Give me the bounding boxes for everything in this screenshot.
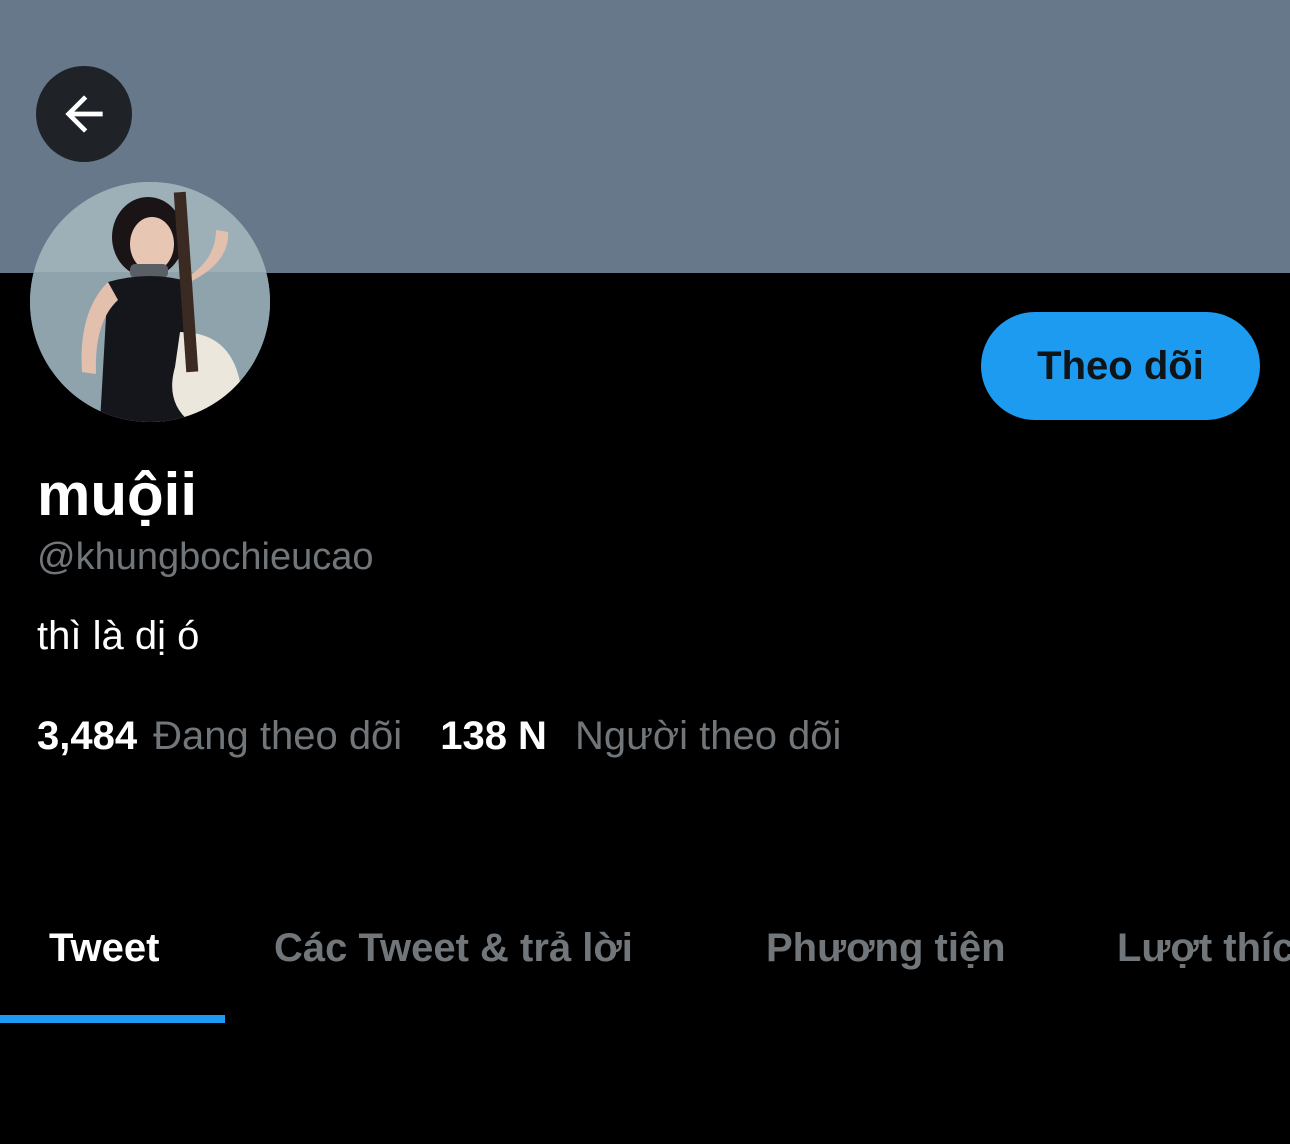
arrow-left-icon [65,95,103,133]
active-tab-indicator [0,1015,225,1023]
following-label[interactable]: Đang theo dõi [153,710,402,762]
avatar-image [30,182,270,422]
follow-stats: 3,484 Đang theo dõi 138 N Người theo dõi [37,710,841,762]
tab-tweets[interactable]: Tweet [49,922,159,974]
followers-count[interactable]: 138 N [440,710,547,762]
tab-likes[interactable]: Lượt thích [1117,922,1290,974]
back-button[interactable] [36,66,132,162]
tab-media[interactable]: Phương tiện [766,922,1006,974]
followers-label[interactable]: Người theo dõi [575,710,841,762]
profile-tabs: Tweet Các Tweet & trả lời Phương tiện Lư… [0,890,1290,1025]
profile-bio: thì là dị ó [37,614,200,658]
username-handle: @khungbochieucao [37,536,374,578]
tab-tweets-and-replies[interactable]: Các Tweet & trả lời [274,922,633,974]
following-count[interactable]: 3,484 [37,710,137,762]
follow-button[interactable]: Theo dõi [981,312,1260,420]
avatar[interactable] [30,182,270,422]
display-name: muộii [37,461,197,528]
